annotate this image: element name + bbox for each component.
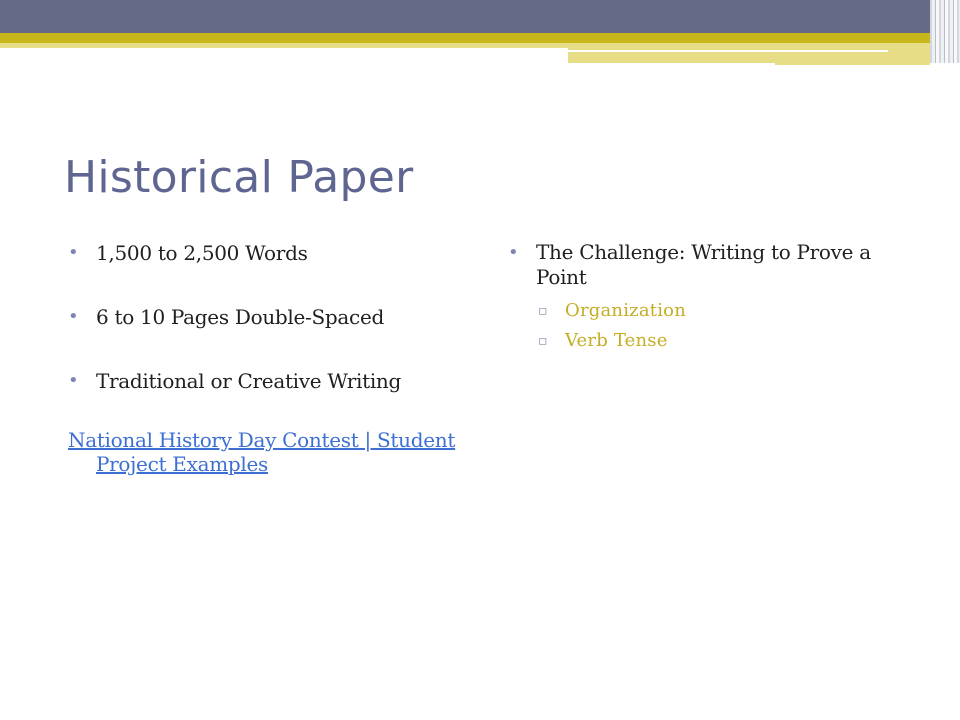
bullet-item: • 6 to 10 Pages Double-Spaced — [68, 304, 468, 330]
bullet-dot-icon: • — [68, 306, 79, 327]
header-accent-line-lower — [775, 63, 930, 65]
bullet-dot-icon: • — [508, 242, 519, 263]
bullet-text: The Challenge: Writing to Prove a Point — [536, 240, 871, 289]
bullet-dot-icon: • — [68, 242, 79, 263]
header-accent-line — [568, 50, 888, 52]
bullet-item: • Traditional or Creative Writing — [68, 368, 468, 394]
bullet-text: 6 to 10 Pages Double-Spaced — [96, 305, 384, 329]
sub-bullet-text: Verb Tense — [565, 330, 668, 351]
bullet-dot-icon: • — [68, 370, 79, 391]
header-bar-gold — [0, 33, 930, 43]
header-bar-slate — [0, 0, 930, 33]
sub-bullet-item: ▫ Organization — [538, 296, 908, 326]
square-bullet-icon: ▫ — [538, 333, 548, 349]
right-column: • The Challenge: Writing to Prove a Poin… — [508, 240, 908, 356]
slide: Historical Paper • 1,500 to 2,500 Words … — [0, 0, 960, 720]
left-column: • 1,500 to 2,500 Words • 6 to 10 Pages D… — [68, 240, 468, 476]
sub-bullet-item: ▫ Verb Tense — [538, 326, 908, 356]
header-corner-stripes — [930, 0, 960, 63]
sub-bullet-list: ▫ Organization ▫ Verb Tense — [508, 296, 908, 356]
header-accent-block — [568, 43, 930, 63]
bullet-text: Traditional or Creative Writing — [96, 369, 401, 393]
bullet-item: • The Challenge: Writing to Prove a Poin… — [508, 240, 908, 290]
header-bar-light-gold — [0, 43, 568, 48]
sub-bullet-text: Organization — [565, 300, 686, 321]
bullet-text: 1,500 to 2,500 Words — [96, 241, 308, 265]
square-bullet-icon: ▫ — [538, 303, 548, 319]
bullet-item: • 1,500 to 2,500 Words — [68, 240, 468, 266]
examples-link[interactable]: National History Day Contest | Student P… — [68, 428, 496, 476]
slide-title: Historical Paper — [64, 152, 414, 203]
